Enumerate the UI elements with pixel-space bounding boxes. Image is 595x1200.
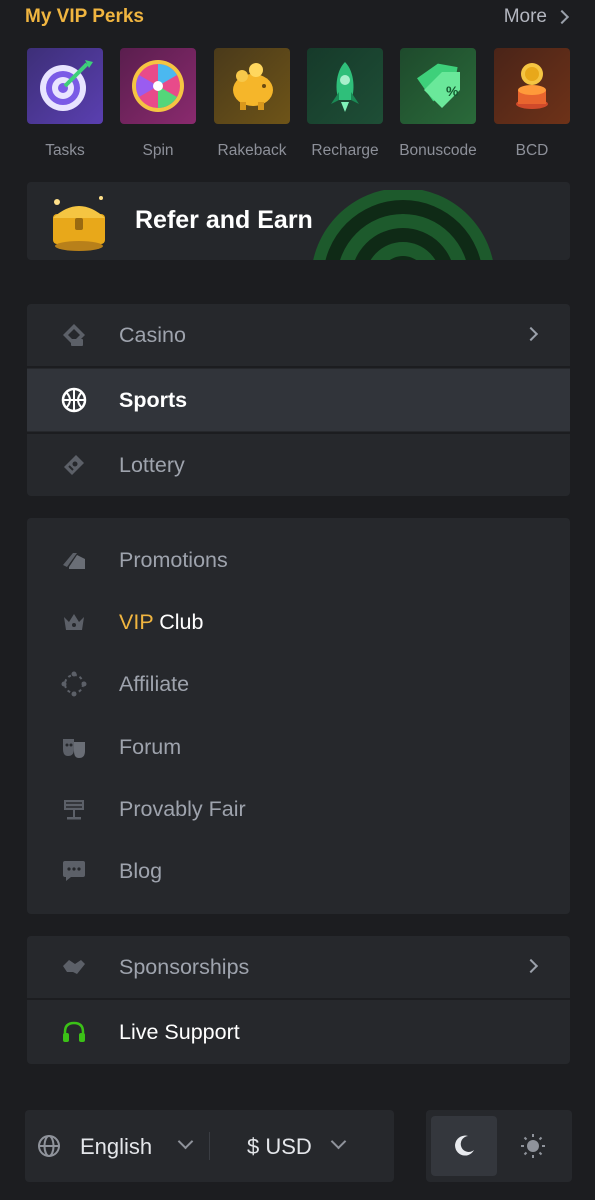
games-menu: Casino Sports Lottery	[27, 304, 570, 496]
prize-wheel-icon	[120, 48, 196, 124]
language-value: English	[80, 1134, 153, 1159]
perk-label: Recharge	[311, 142, 379, 159]
menu-item-lottery[interactable]: Lottery	[27, 434, 570, 496]
headset-icon	[61, 1019, 87, 1045]
menu-item-casino[interactable]: Casino	[27, 304, 570, 366]
menu-item-affiliate[interactable]: Affiliate	[27, 653, 570, 715]
tags-icon	[61, 547, 87, 573]
perk-label: Tasks	[45, 142, 85, 159]
divider	[209, 1132, 210, 1160]
menu-item-label: Provably Fair	[119, 796, 246, 821]
lottery-ticket-icon	[61, 452, 87, 478]
locale-selector: English $ USD	[25, 1110, 394, 1182]
divider	[27, 366, 570, 368]
casino-chip-icon	[61, 322, 87, 348]
svg-text:%: %	[446, 83, 459, 99]
menu-item-label: Sports	[119, 387, 188, 412]
chevron-right-icon	[523, 326, 539, 342]
handshake-icon	[61, 954, 87, 980]
refer-and-earn-label: Refer and Earn	[135, 206, 313, 234]
menu-item-label: Forum	[119, 734, 182, 759]
perk-label: Spin	[142, 142, 174, 159]
menu-item-blog[interactable]: Blog	[27, 840, 570, 902]
discount-tag-icon: %	[400, 48, 476, 124]
menu-item-label: Lottery	[119, 452, 185, 477]
treasure-chest-icon	[53, 196, 105, 251]
rocket-icon	[307, 48, 383, 124]
globe-icon	[38, 1135, 60, 1157]
links-menu: Promotions VIP Club Affiliate Forum Prov…	[27, 518, 570, 914]
decorative-rings	[313, 190, 493, 260]
sun-icon	[521, 1134, 545, 1158]
extra-menu: Sponsorships Live Support	[27, 936, 570, 1064]
vip-label: VIP	[119, 609, 154, 634]
more-link[interactable]: More	[503, 6, 570, 28]
basketball-icon	[61, 387, 87, 413]
perk-recharge[interactable]: Recharge	[307, 48, 383, 160]
perk-label: BCD	[515, 142, 549, 159]
more-label: More	[503, 6, 547, 27]
divider	[27, 998, 570, 1000]
coin-stack-icon	[494, 48, 570, 124]
menu-item-vip-club[interactable]: VIP Club	[27, 591, 570, 653]
masks-icon	[61, 734, 87, 760]
crown-icon	[61, 609, 87, 635]
vip-perks-title: My VIP Perks	[25, 6, 145, 27]
menu-item-label: Blog	[119, 858, 163, 883]
light-theme-button[interactable]	[500, 1116, 566, 1176]
menu-item-label: Sponsorships	[119, 954, 250, 979]
menu-item-label: Live Support	[119, 1019, 240, 1044]
menu-item-sports[interactable]: Sports	[27, 369, 570, 431]
menu-item-label: Casino	[119, 322, 186, 347]
menu-item-provably-fair[interactable]: Provably Fair	[27, 778, 570, 840]
club-label: Club	[153, 609, 204, 634]
perk-tasks[interactable]: Tasks	[27, 48, 103, 160]
currency-select[interactable]: $ USD	[215, 1110, 385, 1182]
theme-toggle	[426, 1110, 572, 1182]
menu-item-label: Promotions	[119, 547, 228, 572]
perk-label: Rakeback	[217, 142, 287, 159]
perk-rakeback[interactable]: Rakeback	[214, 48, 290, 160]
menu-item-sponsorships[interactable]: Sponsorships	[27, 936, 570, 998]
scale-icon	[61, 796, 87, 822]
chevron-down-icon	[330, 1133, 347, 1150]
chevron-right-icon	[554, 9, 570, 25]
menu-item-forum[interactable]: Forum	[27, 716, 570, 778]
vip-perks-panel: My VIP Perks More Tasks Spin Rakeback Re…	[0, 0, 595, 282]
refer-and-earn-banner[interactable]: Refer and Earn	[27, 182, 570, 260]
chevron-down-icon	[177, 1133, 194, 1150]
piggy-bank-icon	[214, 48, 290, 124]
moon-icon	[455, 1135, 474, 1156]
menu-item-live-support[interactable]: Live Support	[27, 1001, 570, 1063]
perk-label: Bonuscode	[399, 142, 477, 159]
menu-item-label: Affiliate	[119, 671, 190, 696]
dark-theme-button[interactable]	[431, 1116, 497, 1176]
chevron-right-icon	[523, 958, 539, 974]
perk-spin[interactable]: Spin	[120, 48, 196, 160]
perk-list: Tasks Spin Rakeback Recharge % Bonuscode…	[27, 48, 572, 166]
menu-item-label: VIP Club	[119, 610, 203, 635]
perk-bonuscode[interactable]: % Bonuscode	[399, 48, 477, 160]
target-dart-icon	[27, 48, 103, 124]
chat-bubble-icon	[61, 858, 87, 884]
currency-value: $ USD	[247, 1134, 312, 1159]
perk-bcd[interactable]: BCD	[494, 48, 570, 160]
network-icon	[61, 671, 87, 697]
menu-item-promotions[interactable]: Promotions	[27, 529, 570, 591]
